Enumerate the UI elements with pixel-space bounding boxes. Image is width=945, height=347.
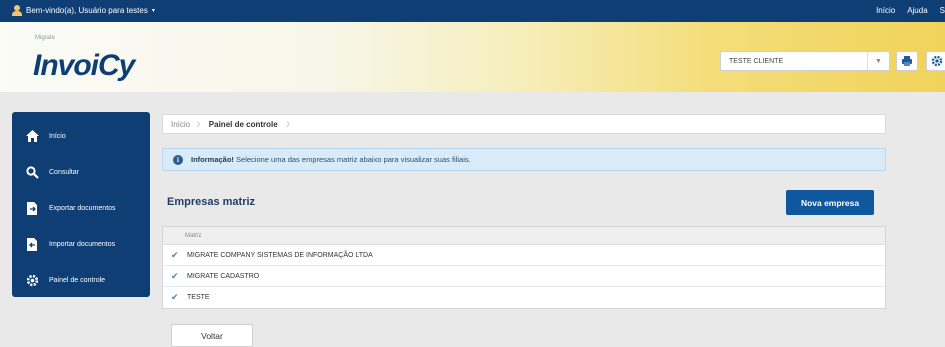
table-row[interactable]: ✔ MIGRATE COMPANY SISTEMAS DE INFORMAÇÃO… xyxy=(163,245,885,266)
info-alert: i Informação! Selecione uma das empresas… xyxy=(162,148,886,171)
info-strong: Informação! xyxy=(191,155,234,164)
top-bar: Bem-vindo(a), Usuário para testes ▾ Iníc… xyxy=(0,0,945,22)
row-label: MIGRATE COMPANY SISTEMAS DE INFORMAÇÃO L… xyxy=(187,251,373,259)
check-icon: ✔ xyxy=(171,292,179,302)
companies-table: Matriz ✔ MIGRATE COMPANY SISTEMAS DE INF… xyxy=(162,226,886,309)
import-icon xyxy=(25,237,39,251)
chevron-down-icon[interactable]: ▼ xyxy=(867,52,889,70)
info-message: Informação! Selecione uma das empresas m… xyxy=(191,155,471,164)
sidebar-item-label: Início xyxy=(49,132,66,140)
top-link-ajuda[interactable]: Ajuda xyxy=(907,6,927,15)
top-link-sair[interactable]: S xyxy=(940,6,945,15)
sidebar-item-label: Consultar xyxy=(49,168,79,176)
sidebar-item-exportar[interactable]: Exportar documentos xyxy=(12,190,150,226)
back-button[interactable]: Voltar xyxy=(171,324,253,347)
sidebar-item-label: Importar documentos xyxy=(49,240,116,248)
table-row[interactable]: ✔ MIGRATE CADASTRO xyxy=(163,266,885,287)
gear-icon xyxy=(931,55,943,67)
breadcrumb-separator-icon: › xyxy=(285,115,291,131)
chevron-down-icon: ▾ xyxy=(151,8,155,14)
sidebar-item-label: Exportar documentos xyxy=(49,204,116,212)
info-icon: i xyxy=(173,154,183,165)
top-links: Início Ajuda S xyxy=(876,6,945,15)
header-banner: Migrate InvoiCy TESTE CLIENTE ▼ xyxy=(0,22,945,92)
gear-icon xyxy=(25,273,39,287)
sidebar-item-inicio[interactable]: Início xyxy=(12,118,150,154)
client-select-value: TESTE CLIENTE xyxy=(729,57,784,65)
sidebar-item-consultar[interactable]: Consultar xyxy=(12,154,150,190)
sidebar-item-importar[interactable]: Importar documentos xyxy=(12,226,150,262)
breadcrumb: Início › Painel de controle › xyxy=(162,114,886,134)
top-link-inicio[interactable]: Início xyxy=(876,6,895,15)
logo[interactable]: InvoiCy xyxy=(33,49,135,83)
print-icon xyxy=(902,56,912,66)
table-header: Matriz xyxy=(163,227,885,245)
search-icon xyxy=(25,165,39,179)
home-icon xyxy=(25,129,39,143)
section-title: Empresas matriz xyxy=(167,196,256,208)
column-header-matriz[interactable]: Matriz xyxy=(185,233,201,239)
breadcrumb-current: Painel de controle xyxy=(208,119,278,129)
sidebar: Início Consultar Exportar documentos Imp… xyxy=(12,112,150,297)
print-button[interactable] xyxy=(896,51,918,71)
sidebar-item-painel[interactable]: Painel de controle xyxy=(12,262,150,298)
new-company-button[interactable]: Nova empresa xyxy=(786,190,874,215)
table-row[interactable]: ✔ TESTE xyxy=(163,287,885,308)
check-icon: ✔ xyxy=(171,249,179,260)
user-icon xyxy=(12,5,22,16)
export-icon xyxy=(25,201,39,215)
breadcrumb-link-inicio[interactable]: Início xyxy=(163,120,196,129)
check-icon: ✔ xyxy=(171,270,179,281)
client-select[interactable]: TESTE CLIENTE ▼ xyxy=(720,51,890,71)
info-text: Selecione uma das empresas matriz abaixo… xyxy=(233,155,471,164)
settings-button[interactable] xyxy=(926,51,945,71)
welcome-text: Bem-vindo(a), Usuário para testes xyxy=(26,6,148,15)
sidebar-item-label: Painel de controle xyxy=(49,276,106,284)
brand-caption: Migrate xyxy=(35,35,56,41)
row-label: TESTE xyxy=(187,294,210,301)
user-menu[interactable]: Bem-vindo(a), Usuário para testes ▾ xyxy=(12,5,155,16)
row-label: MIGRATE CADASTRO xyxy=(187,272,260,280)
